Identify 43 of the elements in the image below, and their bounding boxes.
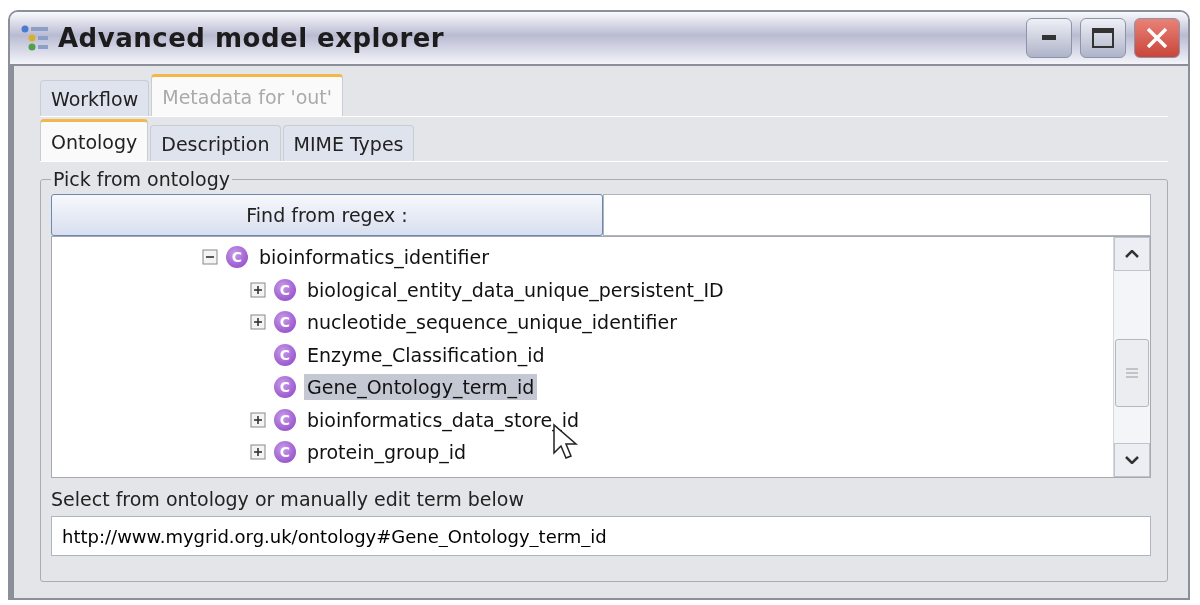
tab[interactable]: MIME Types	[282, 125, 415, 161]
expand-icon[interactable]	[250, 281, 266, 298]
minimize-button[interactable]	[1026, 18, 1072, 58]
maximize-button[interactable]	[1080, 18, 1126, 58]
scroll-thumb[interactable]	[1115, 339, 1149, 407]
tree-item[interactable]: bioinformatics_data_store_id	[304, 406, 582, 433]
minimize-icon	[1042, 35, 1056, 41]
close-icon	[1145, 26, 1169, 50]
term-field[interactable]: http://www.mygrid.org.uk/ontology#Gene_Ontology_term_id	[51, 516, 1151, 556]
class-icon: C	[274, 441, 296, 464]
window-title: Advanced model explorer	[58, 23, 446, 53]
scroll-up-button[interactable]	[1114, 237, 1150, 271]
class-icon: C	[274, 278, 296, 301]
find-button[interactable]: Find from regex :	[51, 194, 603, 236]
scroll-down-button[interactable]	[1114, 443, 1150, 477]
chevron-down-icon	[1125, 456, 1139, 464]
tree-icon	[20, 24, 50, 52]
class-icon: C	[274, 376, 296, 399]
tree-item[interactable]: biological_entity_data_unique_persistent_ID	[304, 276, 727, 303]
class-icon: C	[226, 246, 248, 269]
tree-item[interactable]: protein_group_id	[304, 439, 470, 466]
class-icon: C	[274, 408, 296, 431]
tab[interactable]: Workflow	[40, 80, 150, 116]
expand-icon[interactable]	[250, 444, 266, 461]
tree-item[interactable]: Enzyme_Classification_id	[304, 341, 548, 368]
group-title: Pick from ontology	[52, 168, 231, 190]
class-icon: C	[274, 343, 296, 366]
grip-icon	[1126, 368, 1138, 378]
tree-item[interactable]: Gene_Ontology_term_id	[304, 374, 538, 401]
expand-icon[interactable]	[250, 411, 266, 428]
tab[interactable]: Description	[150, 125, 281, 161]
term-label: Select from ontology or manually edit term below	[51, 488, 525, 510]
regex-field[interactable]	[603, 194, 1151, 236]
expand-icon[interactable]	[250, 314, 266, 331]
chevron-up-icon	[1125, 250, 1139, 258]
class-icon: C	[274, 311, 296, 334]
scrollbar[interactable]	[1113, 237, 1150, 477]
tree-item[interactable]: nucleotide_sequence_unique_identifier	[304, 309, 681, 336]
tab[interactable]: Ontology	[40, 119, 149, 161]
maximize-icon	[1092, 28, 1114, 48]
collapse-icon[interactable]	[202, 249, 218, 266]
tree-item[interactable]: bioinformatics_identifier	[256, 244, 493, 271]
close-button[interactable]	[1134, 18, 1180, 58]
